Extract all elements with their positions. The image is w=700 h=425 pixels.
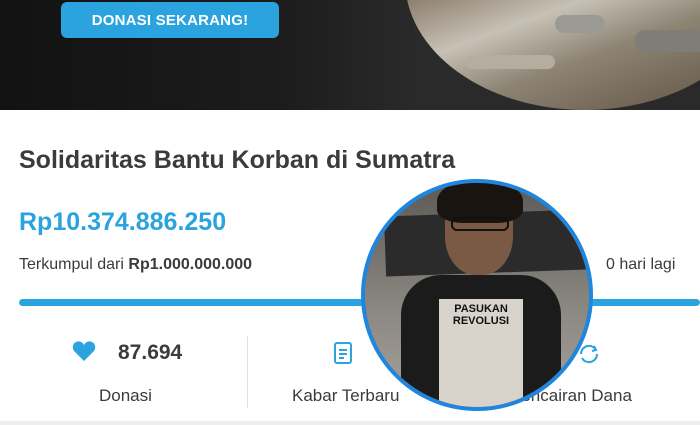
progress-bar [19, 299, 700, 306]
target-amount: Rp1.000.000.000 [128, 256, 253, 273]
amount-collected: Rp10.374.886.250 [19, 208, 227, 236]
profile-avatar: PASUKAN REVOLUSI [361, 179, 593, 411]
bottom-separator [0, 421, 700, 425]
progress-fill [19, 299, 700, 306]
campaign-title: Solidaritas Bantu Korban di Sumatra [19, 146, 456, 174]
stat-divider [247, 336, 248, 408]
donations-count: 87.694 [118, 341, 183, 364]
donate-now-button[interactable]: DONASI SEKARANG! [61, 2, 279, 38]
avatar-shirt-text: PASUKAN REVOLUSI [452, 303, 510, 327]
collected-from-text: Terkumpul dari Rp1.000.000.000 [19, 256, 252, 274]
heart-icon [72, 340, 96, 367]
donations-label[interactable]: Donasi [99, 386, 152, 406]
news-document-icon[interactable] [332, 340, 354, 371]
days-left: 0 hari lagi [606, 256, 676, 273]
campaign-banner: DONASI SEKARANG! [0, 0, 700, 110]
collected-from-prefix: Terkumpul dari [19, 256, 124, 273]
avatar-glasses [451, 217, 509, 231]
